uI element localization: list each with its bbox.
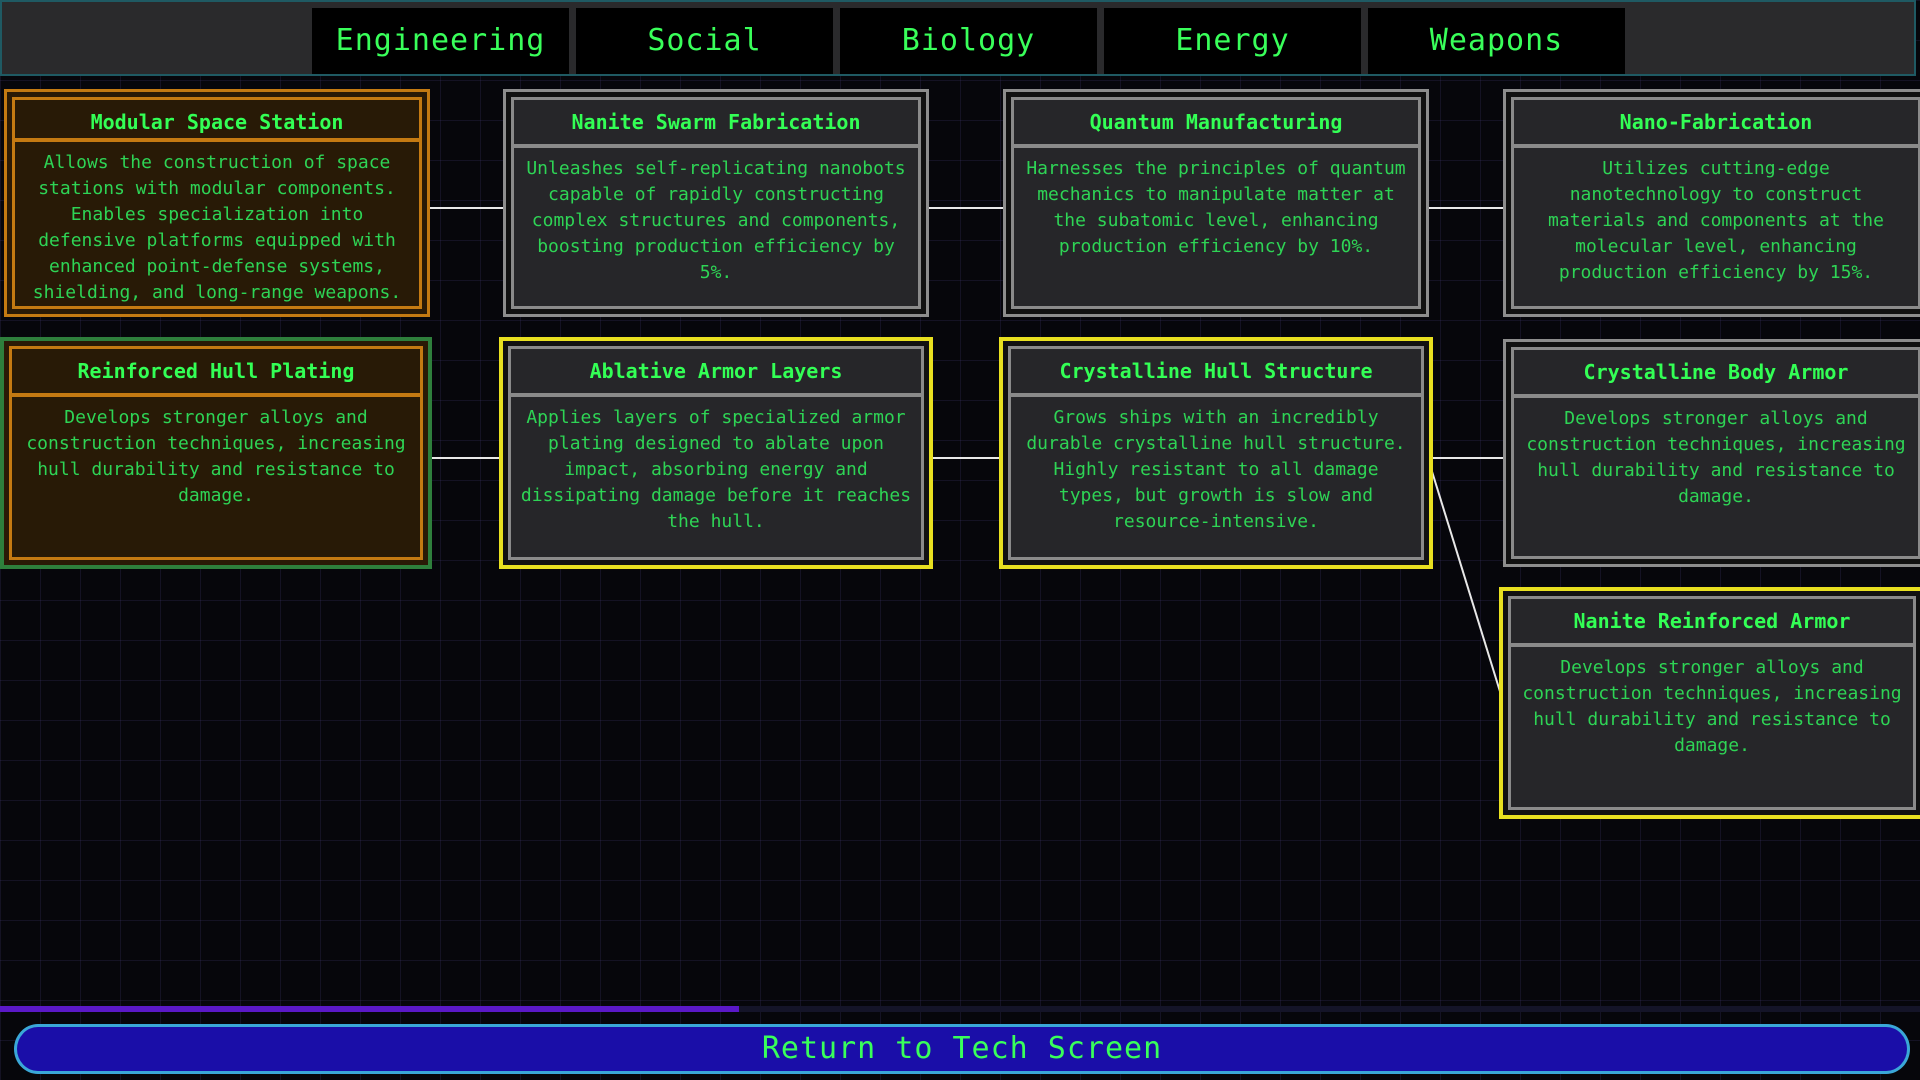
connector-line <box>931 457 1001 459</box>
research-progress-bar <box>0 1006 1920 1012</box>
return-to-tech-screen-button[interactable]: Return to Tech Screen <box>14 1024 1910 1074</box>
tech-tree-screen: Engineering Social Science Biology Energ… <box>0 0 1920 1080</box>
tab-social-science[interactable]: Social Science <box>576 8 833 124</box>
category-tab-bar: Engineering Social Science Biology Energ… <box>0 0 1916 124</box>
tech-title: Nano-Fabrication <box>1514 100 1918 148</box>
tech-card-nanite-swarm-fabrication[interactable]: Nanite Swarm Fabrication Unleashes self-… <box>503 89 929 317</box>
tech-description: Grows ships with an incredibly durable c… <box>1026 407 1406 532</box>
tab-weapons[interactable]: Weapons <box>1368 8 1625 74</box>
connector-line <box>1431 457 1505 459</box>
connector-line <box>427 207 503 209</box>
tech-card-nano-fabrication[interactable]: Nano-Fabrication Utilizes cutting-edge n… <box>1503 89 1920 317</box>
tech-card-ablative-armor-layers[interactable]: Ablative Armor Layers Applies layers of … <box>499 337 933 569</box>
connector-line <box>1427 207 1503 209</box>
tech-description: Harnesses the principles of quantum mech… <box>1026 158 1406 257</box>
tech-description: Allows the construction of space station… <box>32 152 402 303</box>
tab-engineering[interactable]: Engineering <box>312 8 569 74</box>
tab-energy[interactable]: Energy <box>1104 8 1361 74</box>
tech-card-nanite-reinforced-armor[interactable]: Nanite Reinforced Armor Develops stronge… <box>1499 587 1920 819</box>
tech-title: Reinforced Hull Plating <box>12 349 420 397</box>
tech-description: Utilizes cutting-edge nanotechnology to … <box>1548 158 1884 283</box>
tech-card-modular-space-station[interactable]: Modular Space Station Allows the constru… <box>4 89 430 317</box>
tech-description: Develops stronger alloys and constructio… <box>1522 657 1902 756</box>
tech-card-quantum-manufacturing[interactable]: Quantum Manufacturing Harnesses the prin… <box>1003 89 1429 317</box>
research-progress-fill <box>0 1006 740 1012</box>
tech-title: Nanite Swarm Fabrication <box>514 100 918 148</box>
connector-line <box>927 207 1003 209</box>
tech-card-crystalline-body-armor[interactable]: Crystalline Body Armor Develops stronger… <box>1503 339 1920 567</box>
tech-title: Crystalline Body Armor <box>1514 350 1918 398</box>
tech-description: Applies layers of specialized armor plat… <box>520 407 912 532</box>
tech-card-crystalline-hull-structure[interactable]: Crystalline Hull Structure Grows ships w… <box>999 337 1433 569</box>
connector-line <box>431 457 501 459</box>
tech-description: Develops stronger alloys and constructio… <box>26 407 406 506</box>
tech-title: Nanite Reinforced Armor <box>1511 599 1913 647</box>
tech-title: Ablative Armor Layers <box>511 349 921 397</box>
tech-title: Quantum Manufacturing <box>1014 100 1418 148</box>
tech-description: Develops stronger alloys and constructio… <box>1526 408 1906 507</box>
tech-title: Modular Space Station <box>15 100 419 142</box>
tech-description: Unleashes self-replicating nanobots capa… <box>526 158 906 283</box>
tech-card-reinforced-hull-plating[interactable]: Reinforced Hull Plating Develops stronge… <box>0 337 432 569</box>
tab-biology[interactable]: Biology <box>840 8 1097 74</box>
tech-title: Crystalline Hull Structure <box>1011 349 1421 397</box>
